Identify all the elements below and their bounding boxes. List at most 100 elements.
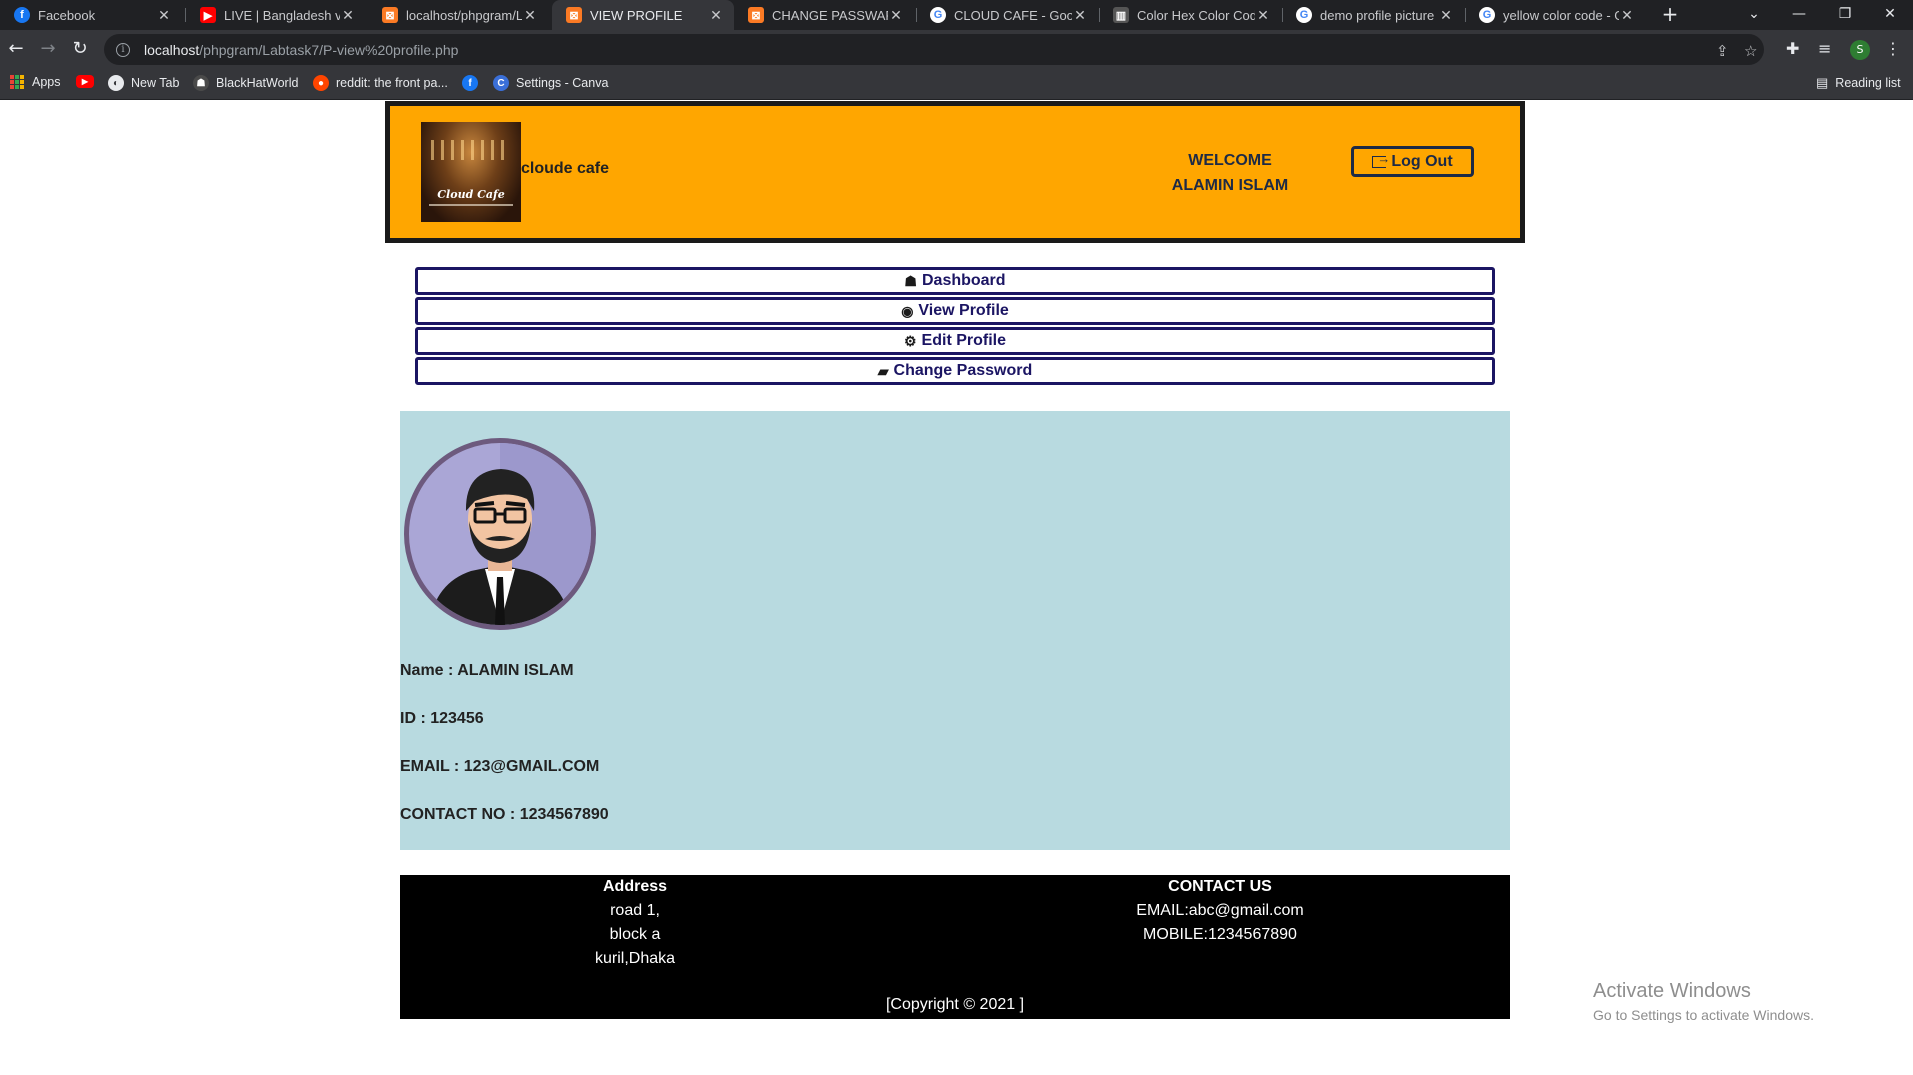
- bookmark-new-tab[interactable]: ◐ New Tab: [108, 75, 179, 91]
- tab-yellow-color-code[interactable]: G yellow color code - G ✕: [1465, 0, 1645, 30]
- nav-dashboard-button[interactable]: ☗ Dashboard: [415, 267, 1495, 295]
- new-tab-plus-icon[interactable]: +: [1658, 3, 1682, 27]
- share-icon[interactable]: ⇪: [1716, 42, 1729, 60]
- reading-mode-icon[interactable]: ≡: [1818, 39, 1831, 58]
- xampp-favicon-icon: ⊠: [566, 7, 582, 23]
- restore-icon[interactable]: ❐: [1822, 0, 1868, 30]
- profile-avatar-image: [404, 438, 596, 630]
- browser-tab-strip: f Facebook ✕ ▶ LIVE | Bangladesh vs P ✕ …: [0, 0, 1913, 30]
- tab-color-hex[interactable]: ▥ Color Hex Color Code ✕: [1099, 0, 1281, 30]
- welcome-user-name: ALAMIN ISLAM: [1171, 177, 1289, 194]
- window-close-icon[interactable]: ✕: [1867, 0, 1913, 30]
- reading-list[interactable]: ▤ Reading list: [1816, 75, 1901, 91]
- logo-caption: Cloud Cafe: [437, 188, 505, 201]
- user-circle-icon: ◉: [901, 302, 914, 319]
- bookmarks-bar: Apps ▶ ◐ New Tab ☗ BlackHatWorld ● reddi…: [0, 69, 1913, 100]
- tab-cloud-cafe-google[interactable]: G CLOUD CAFE - Google ✕: [916, 0, 1098, 30]
- close-tab-icon[interactable]: ✕: [1619, 7, 1635, 24]
- man-avatar-illustration: [429, 443, 591, 625]
- bookmark-youtube[interactable]: ▶: [76, 75, 101, 88]
- close-tab-icon[interactable]: ✕: [156, 7, 172, 24]
- google-favicon-icon: G: [930, 7, 946, 23]
- tab-title: VIEW PROFILE: [590, 7, 683, 23]
- profile-name: Name : ALAMIN ISLAM: [400, 662, 574, 679]
- profile-contact: CONTACT NO : 1234567890: [400, 806, 609, 823]
- bookmark-label: BlackHatWorld: [216, 76, 299, 90]
- footer-contact: CONTACT US EMAIL:abc@gmail.com MOBILE:12…: [1120, 875, 1320, 947]
- logout-label: Log Out: [1391, 152, 1453, 170]
- extensions-puzzle-icon[interactable]: ✚: [1786, 39, 1799, 58]
- bookmark-label: reddit: the front pa...: [336, 76, 448, 90]
- youtube-icon: ▶: [76, 75, 94, 88]
- close-tab-icon[interactable]: ✕: [1255, 7, 1271, 24]
- bookmark-apps[interactable]: Apps: [10, 75, 61, 89]
- url-path: /phpgram/Labtask7/P-view%20profile.php: [199, 41, 459, 58]
- footer-address-line: road 1,: [610, 902, 660, 919]
- tab-title: Facebook: [38, 7, 96, 23]
- close-tab-icon[interactable]: ✕: [340, 7, 356, 24]
- google-favicon-icon: G: [1479, 7, 1495, 23]
- close-tab-icon[interactable]: ✕: [1438, 7, 1454, 24]
- tab-localhost[interactable]: ⊠ localhost/phpgram/La ✕: [368, 0, 548, 30]
- tab-search-chevron-icon[interactable]: ⌄: [1731, 0, 1777, 30]
- forward-arrow-icon[interactable]: →: [34, 35, 62, 63]
- nav-change-password-button[interactable]: ▰ Change Password: [415, 357, 1495, 385]
- home-icon: ☗: [904, 272, 917, 289]
- menu-kebab-icon[interactable]: ⋮: [1885, 39, 1901, 58]
- tab-title: localhost/phpgram/La: [406, 7, 522, 23]
- apps-grid-icon: [10, 75, 24, 89]
- bookmark-blackhatworld[interactable]: ☗ BlackHatWorld: [193, 75, 298, 91]
- tab-title: CHANGE PASSWARD: [772, 7, 888, 23]
- tab-title: Color Hex Color Code: [1137, 7, 1255, 23]
- footer-contact-title: CONTACT US: [1168, 878, 1272, 895]
- site-footer: Address road 1, block a kuril,Dhaka CONT…: [400, 875, 1510, 1019]
- tab-youtube[interactable]: ▶ LIVE | Bangladesh vs P ✕: [186, 0, 366, 30]
- close-tab-icon[interactable]: ✕: [708, 7, 724, 24]
- footer-contact-email: EMAIL:abc@gmail.com: [1136, 902, 1304, 919]
- nav-edit-profile-button[interactable]: ⚙ Edit Profile: [415, 327, 1495, 355]
- brand-name: cloude cafe: [521, 160, 610, 177]
- url-host: localhost: [144, 41, 200, 58]
- welcome-message: WELCOME ALAMIN ISLAM: [1150, 148, 1310, 198]
- bookmark-label: New Tab: [131, 76, 180, 90]
- nav-label: Dashboard: [921, 272, 1006, 289]
- tab-facebook[interactable]: f Facebook ✕: [0, 0, 182, 30]
- bookmark-reddit[interactable]: ● reddit: the front pa...: [313, 75, 448, 91]
- tab-demo-profile-picture[interactable]: G demo profile picture ✕: [1282, 0, 1464, 30]
- tab-change-password[interactable]: ⊠ CHANGE PASSWARD ✕: [734, 0, 914, 30]
- profile-id: ID : 123456: [400, 710, 484, 727]
- welcome-label: WELCOME: [1188, 152, 1272, 169]
- site-info-icon[interactable]: i: [116, 42, 130, 57]
- profile-avatar[interactable]: S: [1850, 40, 1870, 60]
- xampp-favicon-icon: ⊠: [748, 7, 764, 23]
- youtube-favicon-icon: ▶: [200, 7, 216, 23]
- nav-label: Change Password: [893, 362, 1033, 379]
- minimize-icon[interactable]: —: [1776, 0, 1822, 30]
- gear-icon: ⚙: [903, 332, 917, 349]
- reload-icon[interactable]: ↻: [66, 35, 94, 63]
- back-arrow-icon[interactable]: ←: [2, 35, 30, 63]
- address-bar[interactable]: i localhost/phpgram/Labtask7/P-view%20pr…: [104, 34, 1764, 65]
- tab-title: LIVE | Bangladesh vs P: [224, 7, 340, 23]
- bookmark-label: Settings - Canva: [516, 76, 609, 90]
- facebook-favicon-icon: f: [14, 7, 30, 23]
- bookmark-canva-settings[interactable]: C Settings - Canva: [493, 75, 608, 91]
- nav-view-profile-button[interactable]: ◉ View Profile: [415, 297, 1495, 325]
- close-tab-icon[interactable]: ✕: [1072, 7, 1088, 24]
- colorhex-favicon-icon: ▥: [1113, 7, 1129, 23]
- url-text: localhost/phpgram/Labtask7/P-view%20prof…: [144, 42, 458, 58]
- tab-title: yellow color code - G: [1503, 7, 1619, 23]
- xampp-favicon-icon: ⊠: [382, 7, 398, 23]
- nav-label: View Profile: [918, 302, 1009, 319]
- tab-title: demo profile picture: [1320, 7, 1435, 23]
- close-tab-icon[interactable]: ✕: [888, 7, 904, 24]
- bookmark-facebook[interactable]: f: [462, 75, 485, 91]
- close-tab-icon[interactable]: ✕: [522, 7, 538, 24]
- google-favicon-icon: G: [1296, 7, 1312, 23]
- logout-button[interactable]: Log Out: [1351, 146, 1474, 177]
- new-tab-icon: ◐: [108, 75, 124, 91]
- bookmark-star-icon[interactable]: ☆: [1744, 42, 1757, 60]
- footer-contact-mobile: MOBILE:1234567890: [1143, 926, 1297, 943]
- tab-view-profile[interactable]: ⊠ VIEW PROFILE ✕: [552, 0, 734, 30]
- reading-list-label: Reading list: [1835, 76, 1901, 90]
